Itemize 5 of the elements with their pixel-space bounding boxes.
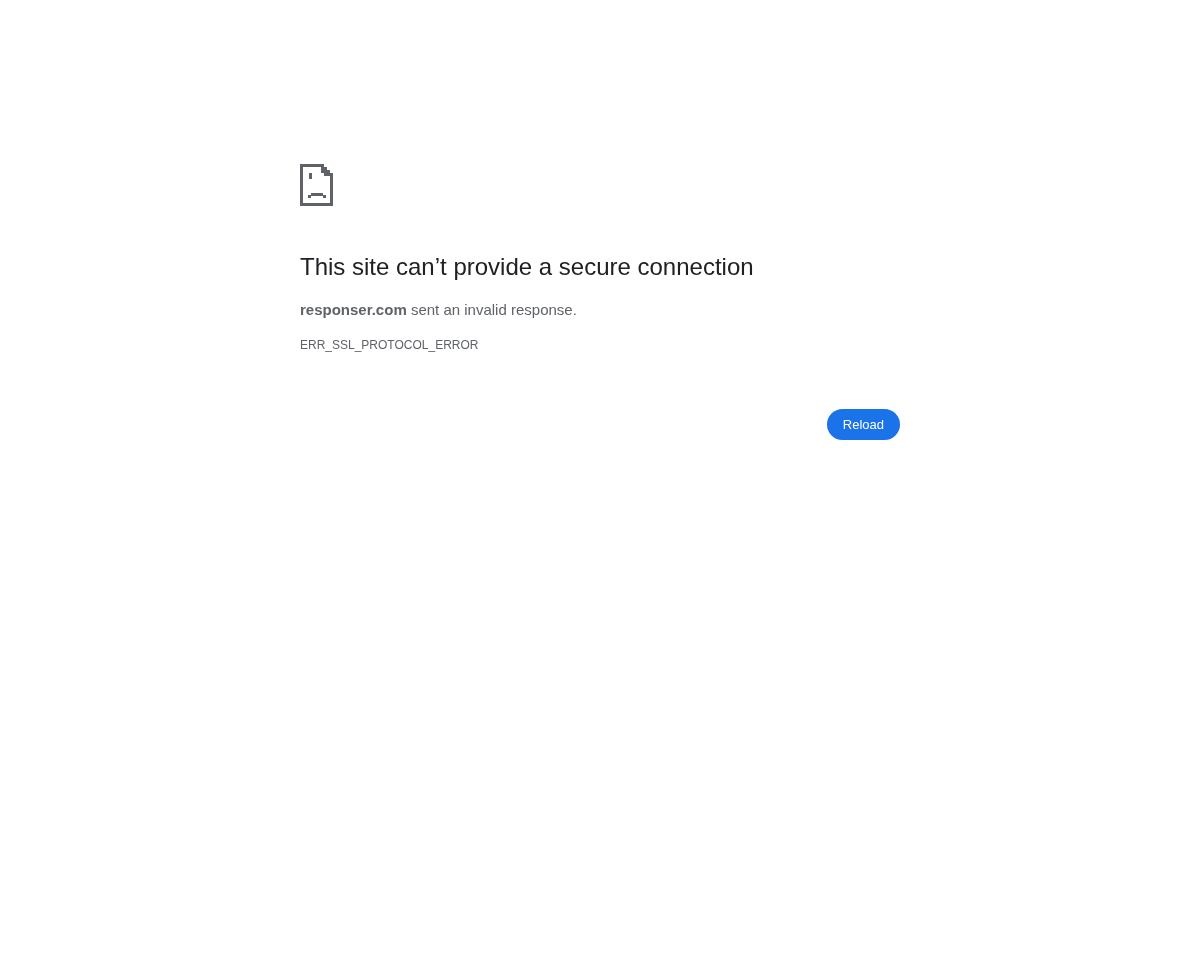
reload-button[interactable]: Reload: [826, 409, 900, 440]
error-code: ERR_SSL_PROTOCOL_ERROR: [300, 337, 480, 353]
sad-page-icon: [300, 164, 333, 206]
error-summary: responser.com sent an invalid response.: [300, 300, 578, 320]
error-heading: This site can’t provide a secure connection: [300, 252, 755, 282]
